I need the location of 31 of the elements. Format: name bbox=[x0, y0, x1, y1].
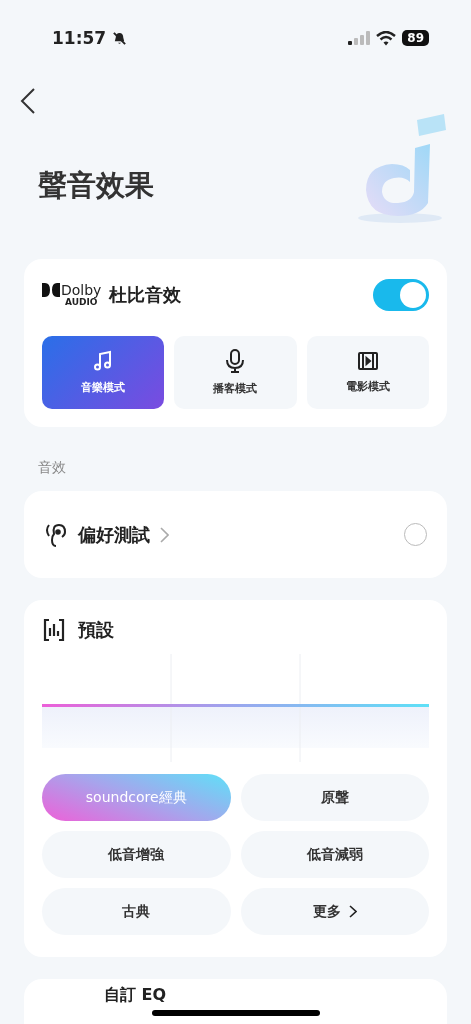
back-icon[interactable] bbox=[20, 88, 36, 114]
equalizer-icon bbox=[42, 618, 66, 642]
preset-option[interactable]: 低音增強 bbox=[42, 831, 231, 878]
preset-option[interactable]: 古典 bbox=[42, 888, 231, 935]
preference-test-label: 偏好測試 bbox=[78, 522, 150, 547]
preset-option[interactable]: 低音減弱 bbox=[240, 831, 429, 878]
preset-title: 預設 bbox=[78, 618, 114, 642]
mode-tab[interactable]: 音樂模式 bbox=[42, 336, 165, 409]
film-icon bbox=[356, 351, 379, 371]
wifi-icon bbox=[376, 30, 397, 46]
custom-eq-label: 自訂 EQ bbox=[104, 985, 167, 1004]
time: 11:57 bbox=[52, 28, 107, 48]
chevron-right-icon bbox=[160, 526, 169, 543]
chevron-right-icon bbox=[348, 905, 357, 918]
preference-test-card[interactable]: 偏好測試 bbox=[24, 491, 447, 578]
ear-icon bbox=[44, 521, 68, 548]
logo-wordmark: Dolby bbox=[61, 283, 102, 297]
dolby-label: 杜比音效 bbox=[109, 283, 183, 307]
dolby-logo-icon bbox=[42, 283, 60, 297]
page-title: 聲音效果 bbox=[38, 167, 155, 204]
logo-subtitle: AUDIO bbox=[64, 297, 98, 307]
mode-tab[interactable]: 播客模式 bbox=[174, 336, 297, 409]
microphone-icon bbox=[224, 349, 247, 373]
preset-option[interactable]: 原聲 bbox=[240, 774, 429, 821]
mode-tab[interactable]: 電影模式 bbox=[306, 336, 429, 409]
signal-icon bbox=[348, 31, 371, 45]
bell-slash-icon bbox=[112, 30, 128, 46]
section-label: 音效 bbox=[38, 459, 67, 477]
battery-indicator: 89 bbox=[402, 30, 429, 46]
preset-option[interactable]: 更多 bbox=[240, 888, 429, 935]
toggle-switch[interactable] bbox=[373, 279, 429, 311]
